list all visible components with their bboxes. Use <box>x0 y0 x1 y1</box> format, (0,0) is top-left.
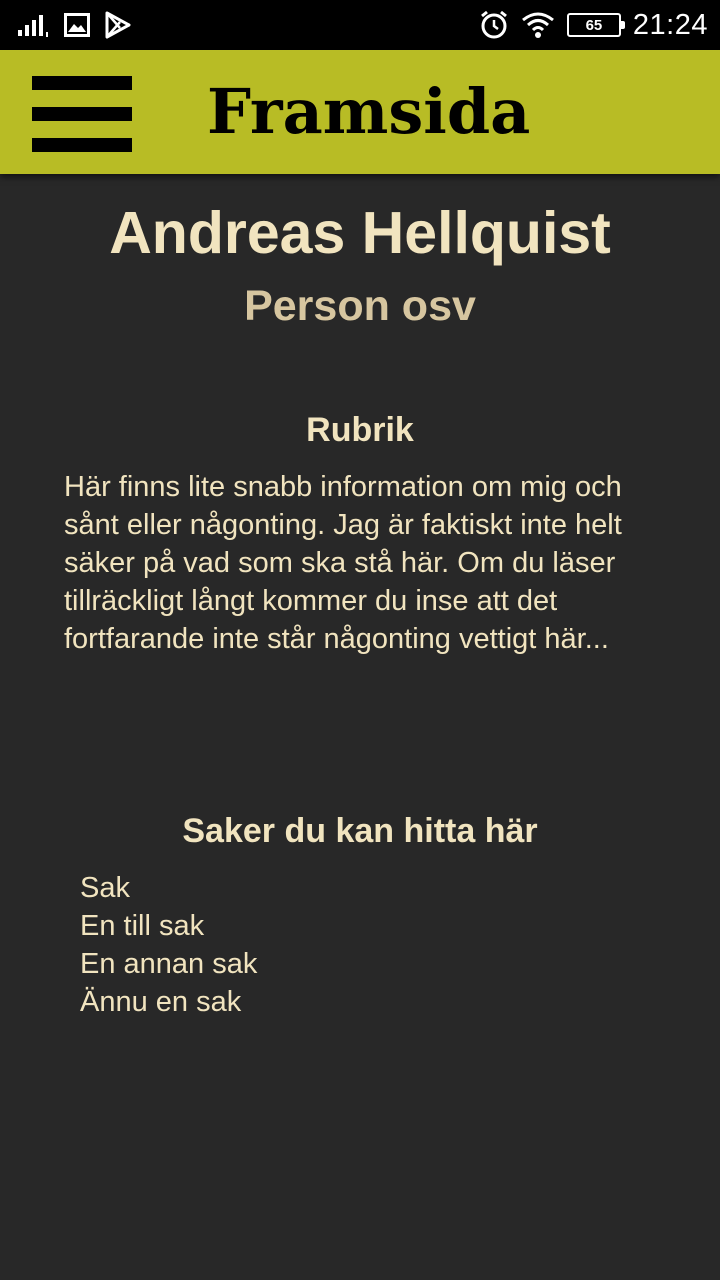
list-item: En annan sak <box>80 948 258 980</box>
profile-subtitle: Person osv <box>244 282 476 330</box>
wifi-icon <box>521 12 554 38</box>
status-time: 21:24 <box>632 8 708 41</box>
items-list: Sak En till sak En annan sak Ännu en sak <box>80 869 257 1021</box>
signal-icon <box>18 15 48 37</box>
alarm-icon <box>480 10 507 39</box>
status-bar-left <box>18 10 132 40</box>
app-bar: Framsida <box>0 50 720 174</box>
status-bar-right: 65 21:24 <box>479 8 708 42</box>
battery-icon: 65 <box>566 13 625 37</box>
list-item: Ännu en sak <box>80 986 242 1018</box>
items-heading: Saker du kan hitta här <box>182 812 538 850</box>
page-title: Framsida <box>207 75 531 148</box>
info-paragraph: Här finns lite snabb information om mig … <box>64 471 622 655</box>
status-bar: 65 21:24 <box>0 0 720 50</box>
play-store-icon <box>105 11 131 39</box>
battery-level: 65 <box>585 16 603 34</box>
hamburger-menu-icon[interactable] <box>32 76 132 152</box>
list-item: En till sak <box>80 910 205 942</box>
list-item: Sak <box>80 872 130 904</box>
info-heading: Rubrik <box>306 411 414 449</box>
profile-name: Andreas Hellquist <box>109 200 611 266</box>
image-notification-icon <box>64 13 90 37</box>
